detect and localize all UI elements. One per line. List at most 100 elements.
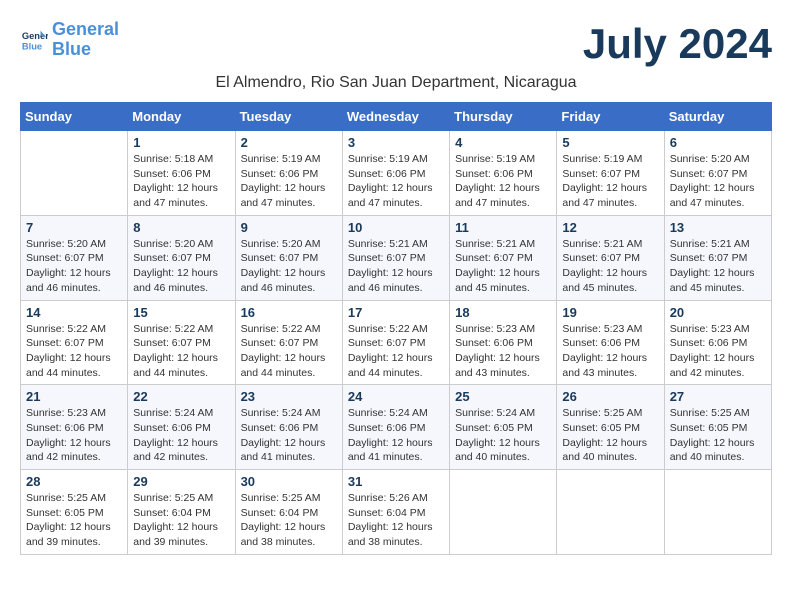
svg-text:Blue: Blue: [22, 41, 42, 51]
table-row: 7 Sunrise: 5:20 AM Sunset: 6:07 PM Daylig…: [21, 215, 128, 300]
logo-text: General Blue: [52, 20, 119, 60]
day-number: 7: [26, 220, 122, 235]
table-row: 24 Sunrise: 5:24 AM Sunset: 6:06 PM Dayli…: [342, 385, 449, 470]
table-row: 20 Sunrise: 5:23 AM Sunset: 6:06 PM Dayli…: [664, 300, 771, 385]
day-number: 9: [241, 220, 337, 235]
table-row: [450, 470, 557, 555]
calendar-table: SundayMondayTuesdayWednesdayThursdayFrid…: [20, 102, 772, 555]
day-info: Sunrise: 5:24 AM Sunset: 6:05 PM Dayligh…: [455, 406, 551, 465]
day-number: 14: [26, 305, 122, 320]
day-info: Sunrise: 5:24 AM Sunset: 6:06 PM Dayligh…: [348, 406, 444, 465]
day-info: Sunrise: 5:20 AM Sunset: 6:07 PM Dayligh…: [26, 237, 122, 296]
table-row: 3 Sunrise: 5:19 AM Sunset: 6:06 PM Daylig…: [342, 131, 449, 216]
day-number: 29: [133, 474, 229, 489]
table-row: 14 Sunrise: 5:22 AM Sunset: 6:07 PM Dayli…: [21, 300, 128, 385]
day-info: Sunrise: 5:25 AM Sunset: 6:04 PM Dayligh…: [241, 491, 337, 550]
day-number: 19: [562, 305, 658, 320]
table-row: 6 Sunrise: 5:20 AM Sunset: 6:07 PM Daylig…: [664, 131, 771, 216]
day-number: 24: [348, 389, 444, 404]
table-row: 26 Sunrise: 5:25 AM Sunset: 6:05 PM Dayli…: [557, 385, 664, 470]
day-info: Sunrise: 5:21 AM Sunset: 6:07 PM Dayligh…: [455, 237, 551, 296]
table-row: 22Sunrise: 5:24 AM Sunset: 6:06 PM Dayli…: [128, 385, 235, 470]
table-row: 18 Sunrise: 5:23 AM Sunset: 6:06 PM Dayli…: [450, 300, 557, 385]
day-number: 1: [133, 135, 229, 150]
day-number: 23: [241, 389, 337, 404]
table-row: 15 Sunrise: 5:22 AM Sunset: 6:07 PM Dayli…: [128, 300, 235, 385]
table-row: 16 Sunrise: 5:22 AM Sunset: 6:07 PM Dayli…: [235, 300, 342, 385]
day-info: Sunrise: 5:25 AM Sunset: 6:05 PM Dayligh…: [26, 491, 122, 550]
day-info: Sunrise: 5:19 AM Sunset: 6:06 PM Dayligh…: [455, 152, 551, 211]
column-header-thursday: Thursday: [450, 103, 557, 131]
day-number: 16: [241, 305, 337, 320]
logo-general: General: [52, 19, 119, 39]
day-info: Sunrise: 5:22 AM Sunset: 6:07 PM Dayligh…: [133, 322, 229, 381]
day-info: Sunrise: 5:23 AM Sunset: 6:06 PM Dayligh…: [26, 406, 122, 465]
day-number: 4: [455, 135, 551, 150]
column-header-wednesday: Wednesday: [342, 103, 449, 131]
logo-icon: General Blue: [20, 26, 48, 54]
table-row: 12Sunrise: 5:21 AM Sunset: 6:07 PM Dayli…: [557, 215, 664, 300]
table-row: 8 Sunrise: 5:20 AM Sunset: 6:07 PM Daylig…: [128, 215, 235, 300]
day-info: Sunrise: 5:22 AM Sunset: 6:07 PM Dayligh…: [26, 322, 122, 381]
day-info: Sunrise: 5:24 AM Sunset: 6:06 PM Dayligh…: [241, 406, 337, 465]
day-info: Sunrise: 5:25 AM Sunset: 6:05 PM Dayligh…: [562, 406, 658, 465]
day-number: 31: [348, 474, 444, 489]
column-header-monday: Monday: [128, 103, 235, 131]
day-number: 27: [670, 389, 766, 404]
day-info: Sunrise: 5:26 AM Sunset: 6:04 PM Dayligh…: [348, 491, 444, 550]
day-info: Sunrise: 5:21 AM Sunset: 6:07 PM Dayligh…: [348, 237, 444, 296]
table-row: 23 Sunrise: 5:24 AM Sunset: 6:06 PM Dayli…: [235, 385, 342, 470]
table-row: 11 Sunrise: 5:21 AM Sunset: 6:07 PM Dayli…: [450, 215, 557, 300]
table-row: 31 Sunrise: 5:26 AM Sunset: 6:04 PM Dayli…: [342, 470, 449, 555]
table-row: 1 Sunrise: 5:18 AM Sunset: 6:06 PM Daylig…: [128, 131, 235, 216]
day-number: 18: [455, 305, 551, 320]
day-number: 15: [133, 305, 229, 320]
column-header-friday: Friday: [557, 103, 664, 131]
page-title: July 2024: [583, 20, 772, 68]
day-info: Sunrise: 5:23 AM Sunset: 6:06 PM Dayligh…: [455, 322, 551, 381]
table-row: 5Sunrise: 5:19 AM Sunset: 6:07 PM Daylig…: [557, 131, 664, 216]
table-row: 21 Sunrise: 5:23 AM Sunset: 6:06 PM Dayli…: [21, 385, 128, 470]
day-info: Sunrise: 5:19 AM Sunset: 6:06 PM Dayligh…: [241, 152, 337, 211]
table-row: 29Sunrise: 5:25 AM Sunset: 6:04 PM Dayli…: [128, 470, 235, 555]
table-row: [557, 470, 664, 555]
day-info: Sunrise: 5:20 AM Sunset: 6:07 PM Dayligh…: [133, 237, 229, 296]
day-info: Sunrise: 5:22 AM Sunset: 6:07 PM Dayligh…: [241, 322, 337, 381]
day-info: Sunrise: 5:22 AM Sunset: 6:07 PM Dayligh…: [348, 322, 444, 381]
day-info: Sunrise: 5:19 AM Sunset: 6:06 PM Dayligh…: [348, 152, 444, 211]
day-number: 22: [133, 389, 229, 404]
table-row: 10 Sunrise: 5:21 AM Sunset: 6:07 PM Dayli…: [342, 215, 449, 300]
day-info: Sunrise: 5:20 AM Sunset: 6:07 PM Dayligh…: [670, 152, 766, 211]
day-info: Sunrise: 5:18 AM Sunset: 6:06 PM Dayligh…: [133, 152, 229, 211]
table-row: 13 Sunrise: 5:21 AM Sunset: 6:07 PM Dayli…: [664, 215, 771, 300]
table-row: 9 Sunrise: 5:20 AM Sunset: 6:07 PM Daylig…: [235, 215, 342, 300]
day-info: Sunrise: 5:21 AM Sunset: 6:07 PM Dayligh…: [670, 237, 766, 296]
day-info: Sunrise: 5:25 AM Sunset: 6:05 PM Dayligh…: [670, 406, 766, 465]
day-number: 17: [348, 305, 444, 320]
day-number: 26: [562, 389, 658, 404]
table-row: 19 Sunrise: 5:23 AM Sunset: 6:06 PM Dayli…: [557, 300, 664, 385]
day-number: 13: [670, 220, 766, 235]
table-row: 28Sunrise: 5:25 AM Sunset: 6:05 PM Dayli…: [21, 470, 128, 555]
day-info: Sunrise: 5:20 AM Sunset: 6:07 PM Dayligh…: [241, 237, 337, 296]
day-info: Sunrise: 5:23 AM Sunset: 6:06 PM Dayligh…: [562, 322, 658, 381]
day-number: 6: [670, 135, 766, 150]
table-row: [664, 470, 771, 555]
day-info: Sunrise: 5:21 AM Sunset: 6:07 PM Dayligh…: [562, 237, 658, 296]
column-header-tuesday: Tuesday: [235, 103, 342, 131]
location-subtitle: El Almendro, Rio San Juan Department, Ni…: [20, 74, 772, 92]
table-row: 25 Sunrise: 5:24 AM Sunset: 6:05 PM Dayli…: [450, 385, 557, 470]
day-number: 20: [670, 305, 766, 320]
day-number: 21: [26, 389, 122, 404]
column-header-sunday: Sunday: [21, 103, 128, 131]
column-header-saturday: Saturday: [664, 103, 771, 131]
day-info: Sunrise: 5:23 AM Sunset: 6:06 PM Dayligh…: [670, 322, 766, 381]
day-number: 10: [348, 220, 444, 235]
day-number: 3: [348, 135, 444, 150]
day-number: 25: [455, 389, 551, 404]
day-number: 11: [455, 220, 551, 235]
day-number: 8: [133, 220, 229, 235]
logo: General Blue General Blue: [20, 20, 119, 60]
day-info: Sunrise: 5:19 AM Sunset: 6:07 PM Dayligh…: [562, 152, 658, 211]
logo-blue: Blue: [52, 39, 91, 59]
